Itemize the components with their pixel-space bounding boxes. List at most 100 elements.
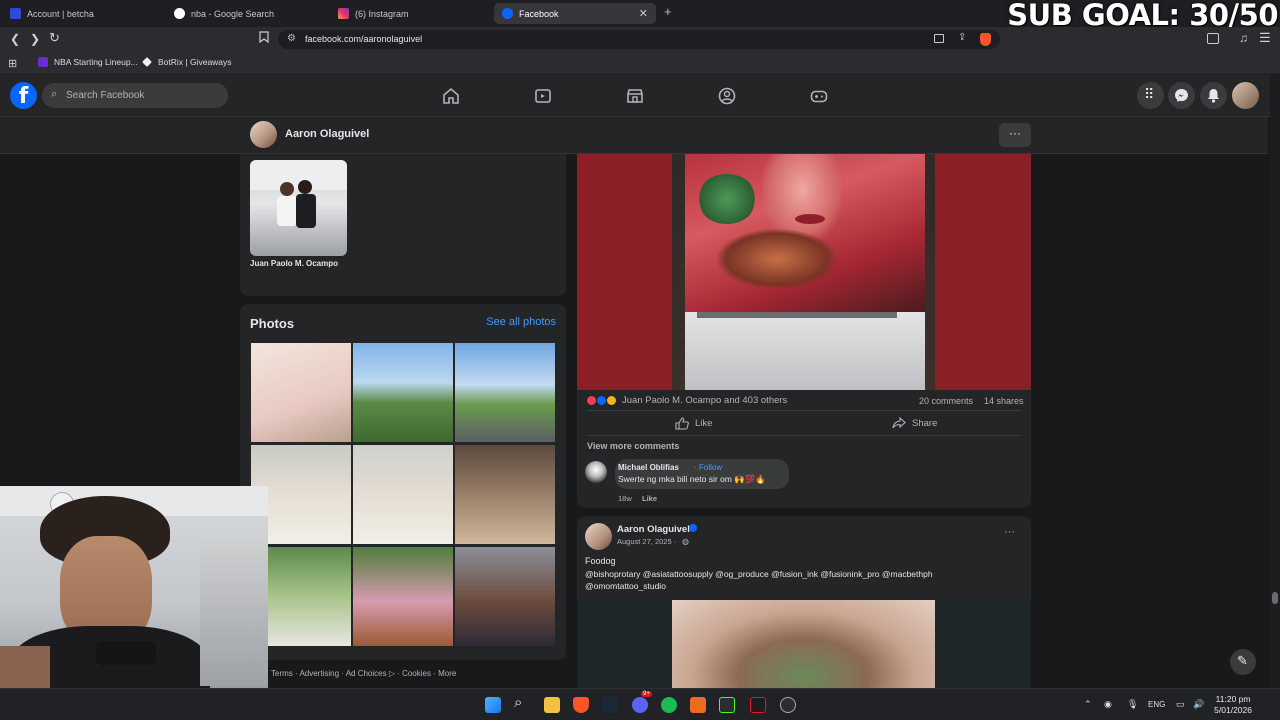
friend-name[interactable]: Juan Paolo M. Ocampo — [250, 259, 338, 268]
microphone — [96, 641, 156, 665]
photo-thumbnail[interactable] — [353, 343, 453, 442]
like-button[interactable]: Like — [675, 417, 712, 430]
photo-thumbnail[interactable] — [455, 547, 555, 646]
bookmark-botrix[interactable]: BotRix | Giveaways — [142, 57, 232, 67]
media-icon[interactable]: ♫ — [1239, 31, 1248, 45]
chevron-up-icon[interactable]: ⌃ — [1084, 699, 1092, 710]
bookmark-icon[interactable] — [259, 31, 269, 46]
bookmark-label: NBA Starting Lineup... — [54, 57, 138, 67]
cast-icon[interactable] — [934, 34, 944, 43]
tab-betcha[interactable]: Account | betcha — [2, 3, 162, 24]
footer-links[interactable]: Terms · Advertising · Ad Choices ▷ · Coo… — [271, 669, 456, 678]
back-icon[interactable]: ❮ — [10, 32, 20, 46]
volume-icon[interactable]: 🔊 — [1193, 699, 1204, 710]
post-more-button[interactable]: ··· — [1004, 526, 1015, 538]
settings-icon[interactable] — [780, 697, 796, 713]
windows-start-icon[interactable] — [485, 697, 501, 713]
photo-thumbnail[interactable] — [455, 343, 555, 442]
profile-name[interactable]: Aaron Olaguivel — [285, 128, 369, 140]
menu-icon[interactable]: ☰ — [1259, 30, 1271, 46]
post-image[interactable] — [577, 154, 1031, 390]
tab-google-search[interactable]: nba - Google Search — [166, 3, 326, 24]
discord-icon[interactable]: 9+ — [632, 691, 652, 713]
brave-shield-icon[interactable] — [980, 33, 991, 46]
network-icon[interactable]: ◉ — [1104, 699, 1112, 710]
spotify-icon[interactable] — [661, 697, 677, 713]
steam-icon[interactable] — [602, 697, 618, 713]
share-count[interactable]: 14 shares — [984, 396, 1024, 406]
post-card: Juan Paolo M. Ocampo and 403 others 20 c… — [577, 154, 1031, 508]
new-message-button[interactable]: ✎ — [1230, 649, 1256, 675]
post-card: Aaron Olaguivel August 27, 2025 · ◍ ··· … — [577, 516, 1031, 696]
kick-icon[interactable] — [719, 697, 735, 713]
app-icon[interactable] — [690, 697, 706, 713]
reaction-summary[interactable]: Juan Paolo M. Ocampo and 403 others — [586, 395, 787, 406]
avatar[interactable] — [250, 121, 277, 148]
post-date[interactable]: August 27, 2025 · — [617, 537, 676, 546]
account-avatar[interactable] — [1232, 82, 1259, 109]
facebook-logo[interactable]: f — [10, 82, 37, 109]
search-input[interactable]: ⌕ Search Facebook — [42, 83, 228, 108]
menu-grid-button[interactable]: ⠿ — [1137, 82, 1164, 109]
messenger-icon — [1175, 89, 1188, 102]
site-settings-icon[interactable]: ⚙ — [287, 33, 296, 44]
forward-icon[interactable]: ❯ — [30, 32, 40, 46]
close-tab-icon[interactable]: ✕ — [639, 7, 648, 20]
post-tags[interactable]: @omomtattoo_studio — [585, 581, 666, 591]
bell-icon — [1208, 89, 1219, 103]
photo-thumbnail[interactable] — [353, 547, 453, 646]
comment-count[interactable]: 20 comments — [919, 396, 973, 406]
comment-like-button[interactable]: Like — [642, 494, 657, 503]
photo-thumbnail[interactable] — [353, 445, 453, 544]
tab-instagram[interactable]: (6) Instagram — [330, 3, 490, 24]
reaction-text: Juan Paolo M. Ocampo and 403 others — [622, 395, 788, 406]
new-tab-button[interactable]: + — [664, 4, 672, 19]
file-explorer-icon[interactable] — [544, 697, 560, 713]
bookmark-nba[interactable]: NBA Starting Lineup... — [38, 57, 138, 67]
url-field[interactable]: ⚙ facebook.com/aaronolaguivel ⇪ — [278, 30, 1000, 49]
tab-facebook[interactable]: Facebook ✕ — [494, 3, 656, 24]
commenter-avatar[interactable] — [585, 461, 607, 483]
app-icon[interactable] — [750, 697, 766, 713]
video-icon[interactable] — [533, 86, 553, 106]
wifi-icon[interactable]: ▭ — [1176, 699, 1185, 710]
messenger-button[interactable] — [1168, 82, 1195, 109]
avatar[interactable] — [585, 523, 612, 550]
share-icon[interactable]: ⇪ — [958, 32, 966, 43]
windows-taskbar: ⌕ 9+ ⌃ ◉ 🎙 ENG ▭ 🔊 11:20 pm 5/01/2026 — [0, 688, 1280, 720]
comment-author[interactable]: Michael Oblifias — [618, 463, 679, 472]
microphone-icon[interactable]: 🎙 — [1127, 699, 1138, 710]
comment-time[interactable]: 18w — [618, 494, 632, 503]
gaming-icon[interactable] — [809, 86, 829, 106]
scrollbar-thumb[interactable] — [1272, 592, 1278, 604]
follow-link[interactable]: Follow — [699, 463, 722, 472]
page-scrollbar[interactable] — [1270, 74, 1280, 688]
post-tags[interactable]: @bishoprotary @asiatattoosupply @og_prod… — [585, 569, 933, 579]
search-icon[interactable]: ⌕ — [514, 694, 522, 711]
brave-browser-icon[interactable] — [573, 697, 589, 713]
post-author[interactable]: Aaron Olaguivel — [617, 524, 690, 535]
friend-photo[interactable] — [250, 160, 347, 256]
verified-badge-icon — [689, 524, 697, 532]
globe-icon: ◍ — [682, 537, 689, 546]
language-indicator[interactable]: ENG — [1148, 700, 1165, 709]
gaming-chair — [200, 536, 268, 686]
wallet-icon[interactable] — [1207, 33, 1219, 44]
share-button[interactable]: Share — [892, 417, 937, 429]
botrix-bookmark-icon — [142, 57, 152, 67]
reload-icon[interactable]: ↻ — [49, 30, 60, 46]
system-clock[interactable]: 11:20 pm 5/01/2026 — [1214, 694, 1252, 716]
see-all-photos-link[interactable]: See all photos — [486, 316, 556, 328]
photo-thumbnail[interactable] — [455, 445, 555, 544]
marketplace-icon[interactable] — [625, 86, 645, 106]
apps-grid-icon[interactable]: ⊞ — [8, 57, 17, 70]
post-image[interactable] — [577, 600, 1031, 696]
photo-thumbnail[interactable] — [251, 343, 351, 442]
home-icon[interactable] — [441, 86, 461, 106]
clock-time: 11:20 pm — [1215, 694, 1251, 704]
profile-more-button[interactable]: ··· — [999, 123, 1031, 147]
view-more-comments-link[interactable]: View more comments — [587, 441, 679, 451]
painting-lips — [795, 214, 825, 224]
notifications-button[interactable] — [1200, 82, 1227, 109]
groups-icon[interactable] — [717, 86, 737, 106]
